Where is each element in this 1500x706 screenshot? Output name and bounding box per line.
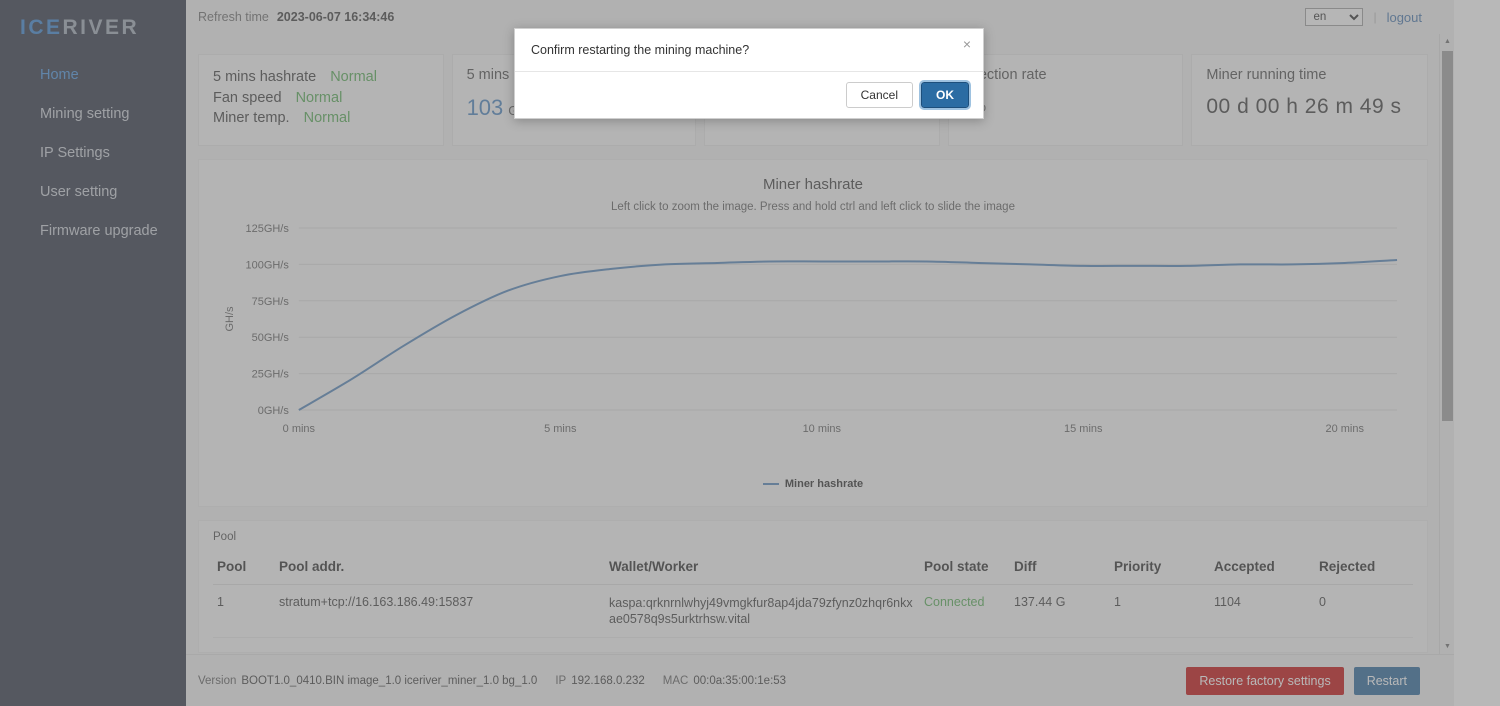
- close-icon[interactable]: ×: [963, 37, 971, 51]
- confirm-restart-dialog: Confirm restarting the mining machine? ×…: [514, 28, 984, 119]
- dialog-footer: Cancel OK: [515, 71, 983, 118]
- application-window: ICERIVER Home Mining setting IP Settings…: [0, 0, 1500, 706]
- dialog-header: Confirm restarting the mining machine? ×: [515, 29, 983, 71]
- cancel-button[interactable]: Cancel: [846, 82, 913, 108]
- dialog-message: Confirm restarting the mining machine?: [531, 43, 967, 57]
- ok-button[interactable]: OK: [921, 82, 969, 108]
